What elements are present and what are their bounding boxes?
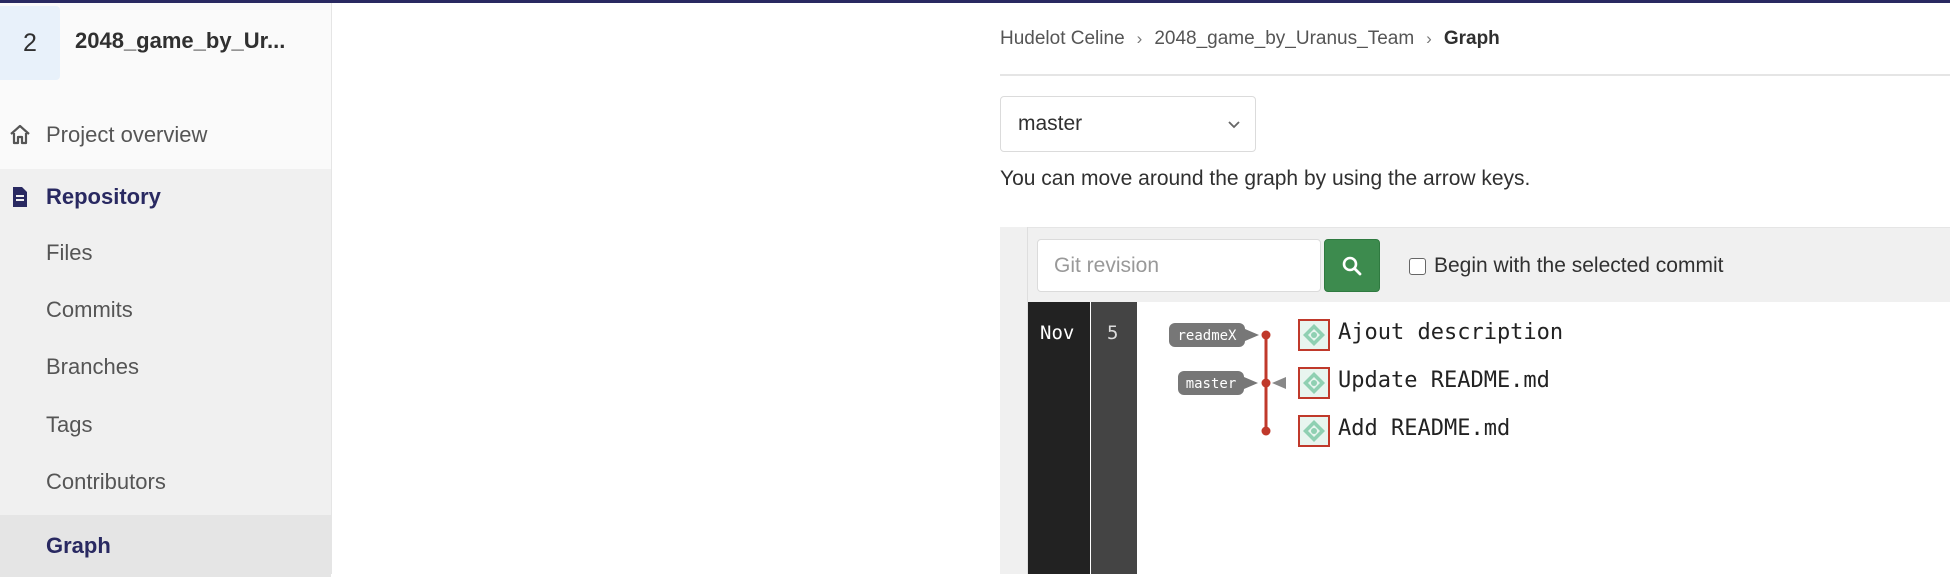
author-avatar <box>1298 415 1330 447</box>
ref-label-text: master <box>1186 376 1237 392</box>
author-avatar <box>1298 319 1330 351</box>
git-revision-input[interactable] <box>1037 239 1321 292</box>
ref-label-master[interactable]: master <box>1178 371 1258 395</box>
breadcrumb-link-project[interactable]: 2048_game_by_Uranus_Team <box>1154 28 1414 50</box>
commit-message[interactable]: Update README.md <box>1338 368 1550 393</box>
commit-dot[interactable] <box>1261 378 1271 388</box>
sidebar-item-graph[interactable]: Graph <box>0 515 331 577</box>
document-icon <box>13 187 27 207</box>
home-icon <box>10 124 30 145</box>
chevron-right-icon: › <box>1426 29 1432 48</box>
commit-message[interactable]: Ajout description <box>1338 320 1563 345</box>
identicon-icon <box>1300 321 1328 349</box>
ref-label-text: readmeX <box>1177 328 1237 344</box>
chevron-right-icon: › <box>1136 29 1143 48</box>
identicon-icon <box>1300 369 1328 397</box>
graph-toolbar: Begin with the selected commit <box>1028 228 1950 302</box>
sidebar: 2 2048_game_by_Ur... Project overview Re… <box>0 3 332 577</box>
sidebar-item-commits[interactable]: Commits <box>0 282 331 338</box>
sidebar-item-contributors[interactable]: Contributors <box>0 454 331 510</box>
search-icon <box>1342 256 1362 275</box>
sidebar-item-label: Contributors <box>46 469 166 494</box>
graph-panel: Begin with the selected commit Nov 5 rea… <box>1000 227 1950 574</box>
commit-message[interactable]: Add README.md <box>1338 416 1510 441</box>
graph-left-edge <box>1000 227 1028 574</box>
branch-select[interactable]: master <box>1000 96 1256 152</box>
project-header[interactable]: 2 2048_game_by_Ur... <box>0 3 332 83</box>
sidebar-item-branches[interactable]: Branches <box>0 339 331 395</box>
sidebar-item-label: Commits <box>46 297 133 322</box>
sidebar-item-label: Files <box>46 240 93 265</box>
sidebar-item-label: Repository <box>46 184 161 209</box>
checkbox-label: Begin with the selected commit <box>1434 254 1724 277</box>
begin-with-selected-checkbox[interactable]: Begin with the selected commit <box>1409 254 1723 278</box>
project-name[interactable]: 2048_game_by_Ur... <box>75 28 285 54</box>
sidebar-item-label: Tags <box>46 412 93 437</box>
graph-hint: You can move around the graph by using t… <box>1000 167 1531 190</box>
repository-submenu: Files Commits Branches Tags Contributors… <box>0 225 331 577</box>
chevron-down-icon <box>1228 121 1240 129</box>
sidebar-item-tags[interactable]: Tags <box>0 397 331 453</box>
identicon-icon <box>1300 417 1328 445</box>
breadcrumb-current[interactable]: Graph <box>1444 28 1500 50</box>
search-button[interactable] <box>1324 239 1380 292</box>
divider <box>1000 74 1950 76</box>
ref-label-readmex[interactable]: readmeX <box>1169 323 1259 347</box>
commit-dot[interactable] <box>1261 330 1271 340</box>
sidebar-item-files[interactable]: Files <box>0 225 331 281</box>
breadcrumb-link-owner[interactable]: Hudelot Celine <box>1000 28 1125 50</box>
breadcrumb: Hudelot Celine › 2048_game_by_Uranus_Tea… <box>1000 28 1500 50</box>
branch-select-value: master <box>1018 112 1083 135</box>
head-pointer-icon <box>1272 377 1286 389</box>
commit-dot[interactable] <box>1261 426 1271 436</box>
sidebar-item-label: Graph <box>46 533 111 558</box>
project-avatar: 2 <box>0 6 60 80</box>
checkbox[interactable] <box>1409 257 1426 275</box>
author-avatar <box>1298 367 1330 399</box>
sidebar-item-project-overview[interactable]: Project overview <box>0 106 331 164</box>
sidebar-item-label: Branches <box>46 354 139 379</box>
sidebar-item-repository[interactable]: Repository <box>0 169 331 225</box>
sidebar-item-label: Project overview <box>46 122 208 147</box>
commit-graph[interactable]: Nov 5 readmeX master Ajout description U… <box>1028 302 1950 574</box>
